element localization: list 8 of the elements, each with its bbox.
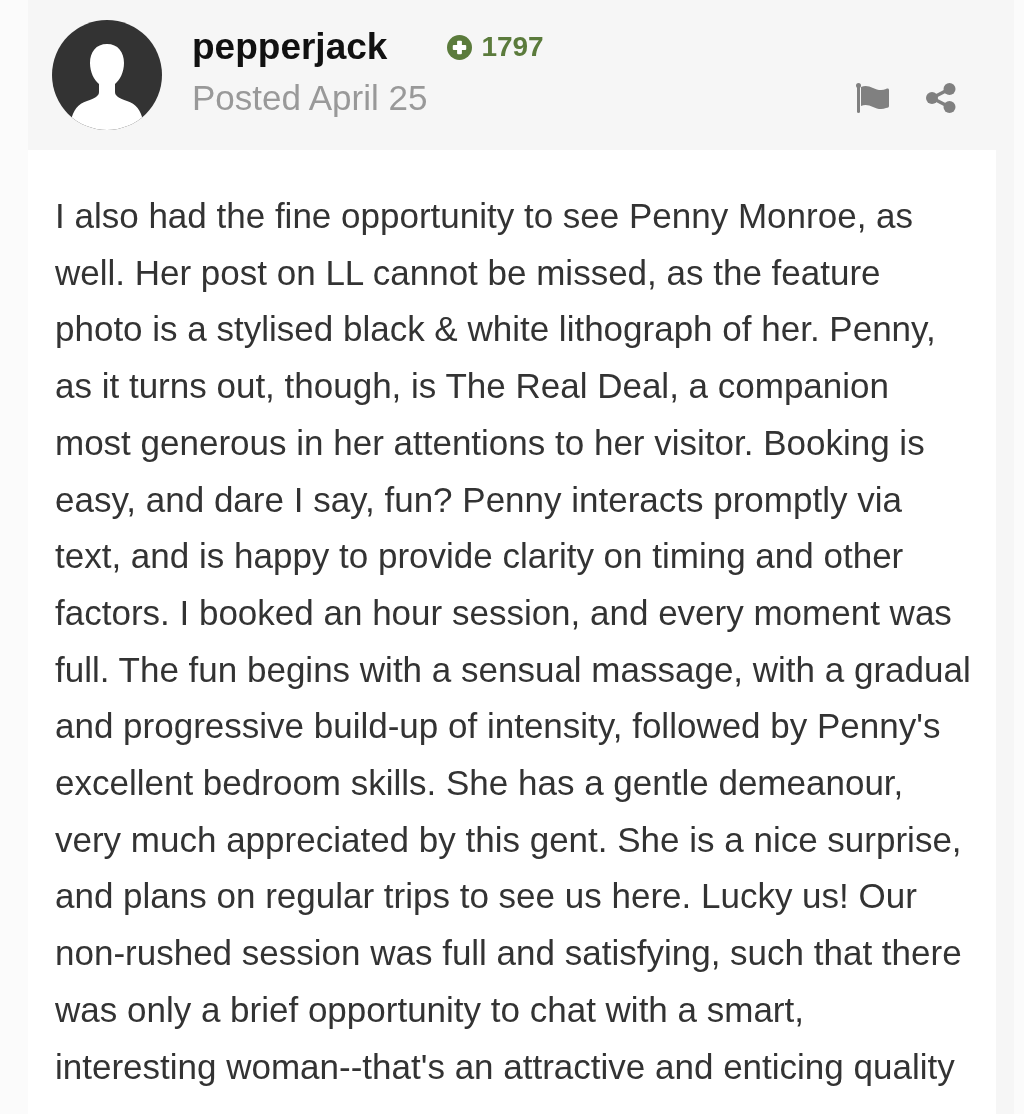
reputation-count: 1797 [481, 31, 544, 63]
share-icon[interactable] [926, 83, 956, 113]
user-avatar-icon[interactable] [52, 20, 162, 130]
username-link[interactable]: pepperjack [192, 26, 388, 68]
plus-circle-icon [447, 34, 473, 60]
post-text: I also had the fine opportunity to see Penny Monroe, as well. Her post on LL cannot be missed, as the feature photo is a stylised black & white lithograph of her. Penny, as it turns out, though, is The Real Deal, a companion most generous in her attentions to her visitor. Booking is easy, and dare I say, fun? Penny interacts promptly via text, and is happy to provide clarity on timing and other factors. I booked an hour session, and every moment was full. The fun begins with a sensual massage, with a gradual and progressive build-up of intensity, followed by Penny's excellent bedroom skills. She has a gentle demeanour, very much appreciated by this gent. She is a nice surprise, and plans on regular trips to see us here. Lucky us! Our non-rushed session was full and satisfying, such that there was only a brief opportunity to chat with a smart, interesting woman--that's an attractive and enticing quality [55, 195, 972, 1088]
flag-icon[interactable] [856, 83, 890, 113]
post-date: Posted April 25 [192, 78, 428, 118]
